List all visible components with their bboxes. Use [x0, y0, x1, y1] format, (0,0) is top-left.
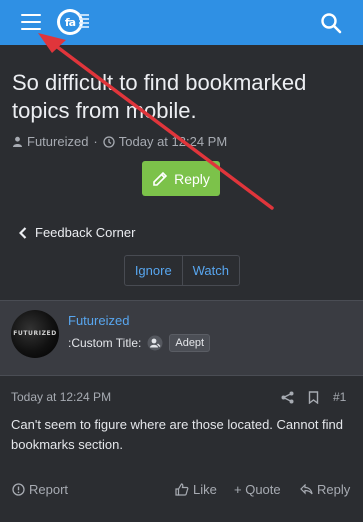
bookmark-icon[interactable]	[308, 390, 319, 404]
share-icon[interactable]	[281, 391, 294, 404]
like-label: Like	[193, 482, 217, 497]
reply-small-icon	[300, 484, 313, 495]
custom-title: :Custom Title: Adept	[68, 334, 211, 352]
watch-button[interactable]: Watch	[181, 256, 240, 285]
post-date[interactable]: Today at 12:24 PM	[11, 390, 111, 404]
quote-link[interactable]: + Quote	[234, 482, 281, 497]
like-icon	[175, 483, 189, 496]
rank-icon	[147, 335, 163, 351]
clock-icon	[103, 135, 115, 148]
breadcrumb-back-link[interactable]: Feedback Corner	[19, 225, 135, 240]
ignore-button[interactable]: Ignore	[125, 256, 182, 285]
custom-title-label: :Custom Title:	[68, 336, 142, 350]
post-username[interactable]: Futureized	[68, 313, 129, 328]
meta-separator: ·	[93, 134, 98, 149]
post-top-actions: #1	[281, 390, 346, 404]
reply-button[interactable]: Reply	[142, 161, 220, 196]
avatar[interactable]: FUTURIZED	[11, 310, 59, 358]
reply-label: Reply	[317, 482, 351, 497]
reply-link[interactable]: Reply	[300, 482, 350, 497]
user-icon	[13, 136, 22, 147]
page-title: So difficult to find bookmarked topics f…	[12, 70, 307, 123]
post-body: Today at 12:24 PM #1 Can't seem to figur…	[0, 376, 363, 522]
user-badge: Adept	[169, 334, 211, 352]
chevron-left-icon	[19, 226, 27, 239]
top-bar: fa	[0, 0, 363, 45]
post-number[interactable]: #1	[333, 390, 346, 404]
thread-action-group: Ignore Watch	[124, 255, 240, 286]
report-label: Report	[29, 482, 69, 497]
thread-author[interactable]: Futureized	[27, 134, 88, 149]
hamburger-icon[interactable]	[21, 14, 41, 30]
thread-time[interactable]: Today at 12:24 PM	[119, 134, 227, 149]
report-icon	[12, 483, 25, 496]
reply-icon	[153, 171, 168, 186]
post-user-block: FUTURIZED Futureized :Custom Title: Adep…	[0, 300, 363, 376]
reply-button-label: Reply	[174, 170, 210, 187]
report-link[interactable]: Report	[12, 482, 68, 497]
like-link[interactable]: Like	[175, 482, 217, 497]
quote-label: + Quote	[234, 482, 281, 497]
logo-text: fa	[60, 12, 80, 32]
breadcrumb-label: Feedback Corner	[35, 225, 136, 240]
search-icon[interactable]	[320, 12, 342, 34]
post-message: Can't seem to figure where are those loc…	[11, 417, 344, 452]
logo-decoration	[79, 14, 89, 32]
thread-meta: Futureized · Today at 12:24 PM	[12, 134, 227, 149]
thread-header: So difficult to find bookmarked topics f…	[0, 45, 363, 300]
post-footer: Report Like + Quote Reply	[0, 476, 363, 504]
avatar-text: FUTURIZED	[13, 330, 57, 337]
